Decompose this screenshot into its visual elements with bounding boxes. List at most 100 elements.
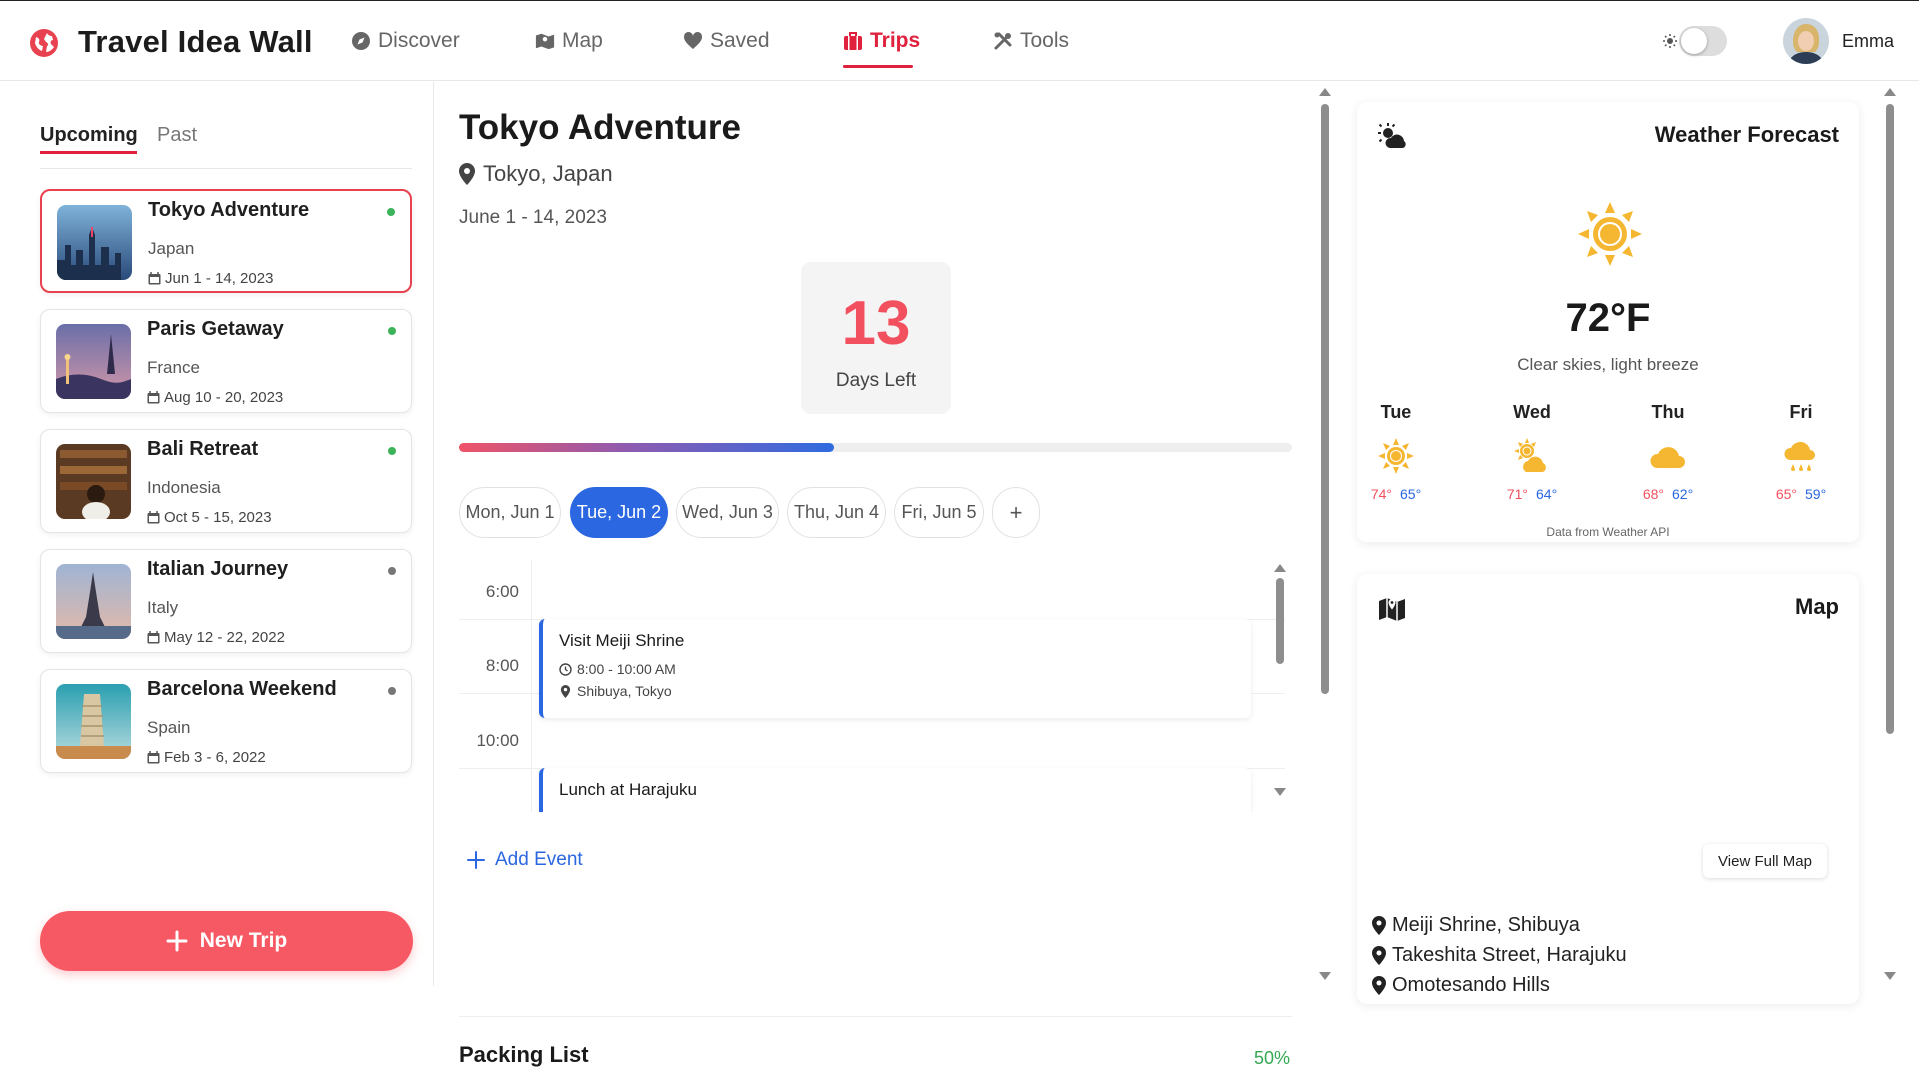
trip-country: Spain [147,718,191,737]
map-place-text: Meiji Shrine, Shibuya [1392,914,1580,936]
main-scrollbar[interactable] [1318,84,1332,984]
forecast-temps: 65° 59° [1761,486,1841,502]
suitcase-icon [843,31,863,51]
trip-dates: Aug 10 - 20, 2023 [147,389,283,406]
top-navigation-bar: Travel Idea Wall Discover Map Saved Trip… [0,0,1919,81]
trip-country: Indonesia [147,478,221,497]
add-event-button[interactable]: Add Event [467,849,583,871]
map-icon [535,31,555,51]
trip-country: Japan [148,239,195,258]
user-name[interactable]: Emma [1842,31,1894,52]
nav-trips[interactable]: Trips [843,29,920,53]
current-temperature: 72°F [1565,296,1651,340]
trip-thumbnail [57,205,132,280]
forecast-day: Thu 68° 62° [1628,402,1708,502]
plus-icon [467,851,485,869]
event-card[interactable]: Visit Meiji Shrine 8:00 - 10:00 AM Shibu… [539,619,1251,718]
time-label: 8:00 [485,656,519,675]
app-title: Travel Idea Wall [78,24,313,59]
trip-card-bali[interactable]: Bali Retreat Indonesia Oct 5 - 15, 2023 [40,429,412,533]
tab-past[interactable]: Past [157,124,197,147]
time-column-divider [531,560,532,812]
trip-date-text: Feb 3 - 6, 2022 [164,749,266,766]
trip-card-italy[interactable]: Italian Journey Italy May 12 - 22, 2022 [40,549,412,653]
location-pin-icon [1372,916,1386,935]
trip-name: Italian Journey [147,558,289,580]
event-time-text: 8:00 - 10:00 AM [577,661,676,677]
sun-icon [1376,436,1416,476]
tab-upcoming[interactable]: Upcoming [40,124,138,147]
forecast-low: 64° [1536,486,1558,502]
trip-thumbnail [56,444,131,519]
day-tab-tue[interactable]: Tue, Jun 2 [570,487,668,538]
new-trip-label: New Trip [199,929,288,952]
day-tab-mon[interactable]: Mon, Jun 1 [459,487,561,538]
theme-toggle[interactable] [1663,26,1731,56]
scroll-down-arrow[interactable] [1884,972,1896,980]
forecast-day-name: Thu [1651,402,1685,422]
status-dot [388,567,396,575]
trip-name: Barcelona Weekend [147,678,337,700]
status-dot [388,687,396,695]
side-panel-scrollbar[interactable] [1883,84,1897,984]
countdown-value: 13 [841,289,911,358]
forecast-day-name: Fri [1789,402,1813,422]
map-place[interactable]: Takeshita Street, Harajuku [1372,944,1627,967]
day-tab-fri[interactable]: Fri, Jun 5 [894,487,984,538]
heart-icon [683,31,703,51]
scroll-up-arrow[interactable] [1274,564,1286,572]
event-title: Visit Meiji Shrine [559,631,685,650]
day-tab-thu[interactable]: Thu, Jun 4 [787,487,886,538]
toggle-knob [1681,28,1707,54]
location-pin-icon [1372,946,1386,965]
scroll-down-arrow[interactable] [1319,972,1331,980]
forecast-day: Tue 74° 65° [1356,402,1436,502]
add-day-button[interactable]: + [992,487,1040,538]
compass-icon [351,31,371,51]
nav-saved[interactable]: Saved [683,29,770,53]
calendar-icon [148,272,161,285]
trip-card-barcelona[interactable]: Barcelona Weekend Spain Feb 3 - 6, 2022 [40,669,412,773]
scroll-up-arrow[interactable] [1884,88,1896,96]
event-time: 8:00 - 10:00 AM [559,661,676,677]
map-place[interactable]: Meiji Shrine, Shibuya [1372,914,1580,937]
countdown-label: Days Left [835,370,917,391]
view-full-map-button[interactable]: View Full Map [1703,844,1827,878]
nav-label: Discover [378,29,460,52]
trip-card-tokyo[interactable]: Tokyo Adventure Japan Jun 1 - 14, 2023 [40,189,412,293]
section-divider [459,1016,1292,1017]
scroll-down-arrow[interactable] [1274,788,1286,796]
trip-title: Tokyo Adventure [459,108,741,147]
nav-map[interactable]: Map [535,29,603,53]
forecast-low: 59° [1805,486,1827,502]
nav-tools[interactable]: Tools [993,29,1069,53]
trip-date-text: Aug 10 - 20, 2023 [164,389,284,406]
trip-card-paris[interactable]: Paris Getaway France Aug 10 - 20, 2023 [40,309,412,413]
scroll-thumb[interactable] [1886,104,1894,734]
trip-dates: Oct 5 - 15, 2023 [147,509,272,526]
map-icon [1377,594,1407,622]
nav-discover[interactable]: Discover [351,29,460,53]
trip-detail-panel: Tokyo Adventure Tokyo, Japan June 1 - 14… [435,82,1320,1068]
event-card[interactable]: Lunch at Harajuku [539,768,1251,812]
forecast-high: 65° [1775,486,1797,502]
forecast-day: Wed 71° 64° [1492,402,1572,502]
time-label: 6:00 [485,582,519,601]
forecast-high: 68° [1642,486,1664,502]
scroll-up-arrow[interactable] [1319,88,1331,96]
new-trip-button[interactable]: New Trip [40,911,413,971]
forecast-day: Fri 65° 59° [1761,402,1841,502]
trip-thumbnail [56,324,131,399]
schedule-scrollbar[interactable] [1273,560,1287,800]
calendar-icon [147,751,160,764]
avatar[interactable] [1783,18,1829,64]
time-label: 10:00 [476,731,519,750]
scroll-thumb[interactable] [1321,104,1329,694]
scroll-thumb[interactable] [1276,578,1284,664]
event-place-text: Shibuya, Tokyo [577,683,672,699]
nav-label: Trips [870,29,921,52]
sun-icon [1577,201,1643,267]
forecast-low: 65° [1400,486,1422,502]
weather-icon [1377,122,1407,150]
day-tab-wed[interactable]: Wed, Jun 3 [676,487,779,538]
